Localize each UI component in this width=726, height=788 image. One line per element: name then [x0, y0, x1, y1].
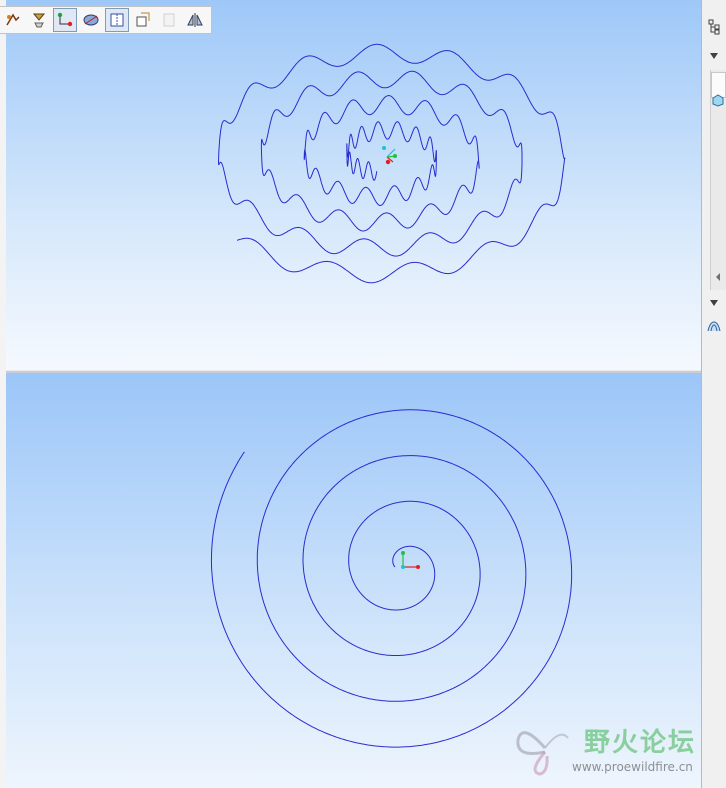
forum-watermark: 野火论坛 www.proewildfire.cn	[512, 716, 718, 782]
sketch-tool-icon	[6, 13, 20, 26]
viewport-top[interactable]	[6, 0, 701, 370]
dropdown-button[interactable]	[702, 48, 726, 64]
axis-origin	[401, 565, 405, 569]
axis-y-end	[401, 551, 405, 555]
sketch-tool-button[interactable]	[1, 8, 25, 32]
view-orientation-button[interactable]	[79, 8, 103, 32]
copy-sketch-icon	[136, 12, 150, 27]
butterfly-logo-icon	[516, 731, 569, 776]
placeholder-button[interactable]	[157, 8, 181, 32]
sketch-view-icon	[110, 13, 124, 27]
tree-icon	[708, 19, 720, 35]
surface-icon	[707, 321, 721, 332]
watermark-url: www.proewildfire.cn	[572, 760, 693, 774]
scroll-left-icon	[716, 273, 720, 281]
datum-plane-icon	[32, 13, 46, 28]
dropdown-button-2[interactable]	[702, 296, 726, 310]
mirror-button[interactable]	[183, 8, 207, 32]
placeholder-icon	[163, 13, 175, 27]
sketch-view-button[interactable]	[105, 8, 129, 32]
model-icon	[712, 94, 724, 107]
top-coordinate-axes	[382, 146, 397, 165]
surface-item[interactable]	[702, 316, 726, 336]
axis-x-end	[416, 565, 420, 569]
scroll-left-button[interactable]	[710, 268, 726, 286]
axis-y-end	[393, 154, 397, 158]
sketch-toolbar	[0, 6, 212, 34]
curve-points-icon	[57, 12, 73, 27]
curve-points-button[interactable]	[53, 8, 77, 32]
flat-spiral-curve	[210, 409, 573, 748]
tree-button[interactable]	[702, 14, 726, 40]
view-orientation-icon	[83, 14, 99, 26]
datum-plane-button[interactable]	[27, 8, 51, 32]
model-item[interactable]	[710, 90, 726, 110]
top-spiral-canvas	[218, 43, 566, 284]
right-side-panel	[701, 0, 726, 788]
watermark-title: 野火论坛	[584, 728, 697, 758]
wavy-spiral-curve	[218, 43, 566, 284]
bottom-coordinate-axes	[401, 551, 420, 569]
copy-sketch-button[interactable]	[131, 8, 155, 32]
dropdown-arrow-icon	[710, 53, 718, 59]
mirror-icon	[187, 13, 203, 27]
axis-x-end	[385, 159, 391, 165]
axis-z-end	[382, 146, 386, 150]
dropdown-arrow-icon	[710, 300, 718, 306]
